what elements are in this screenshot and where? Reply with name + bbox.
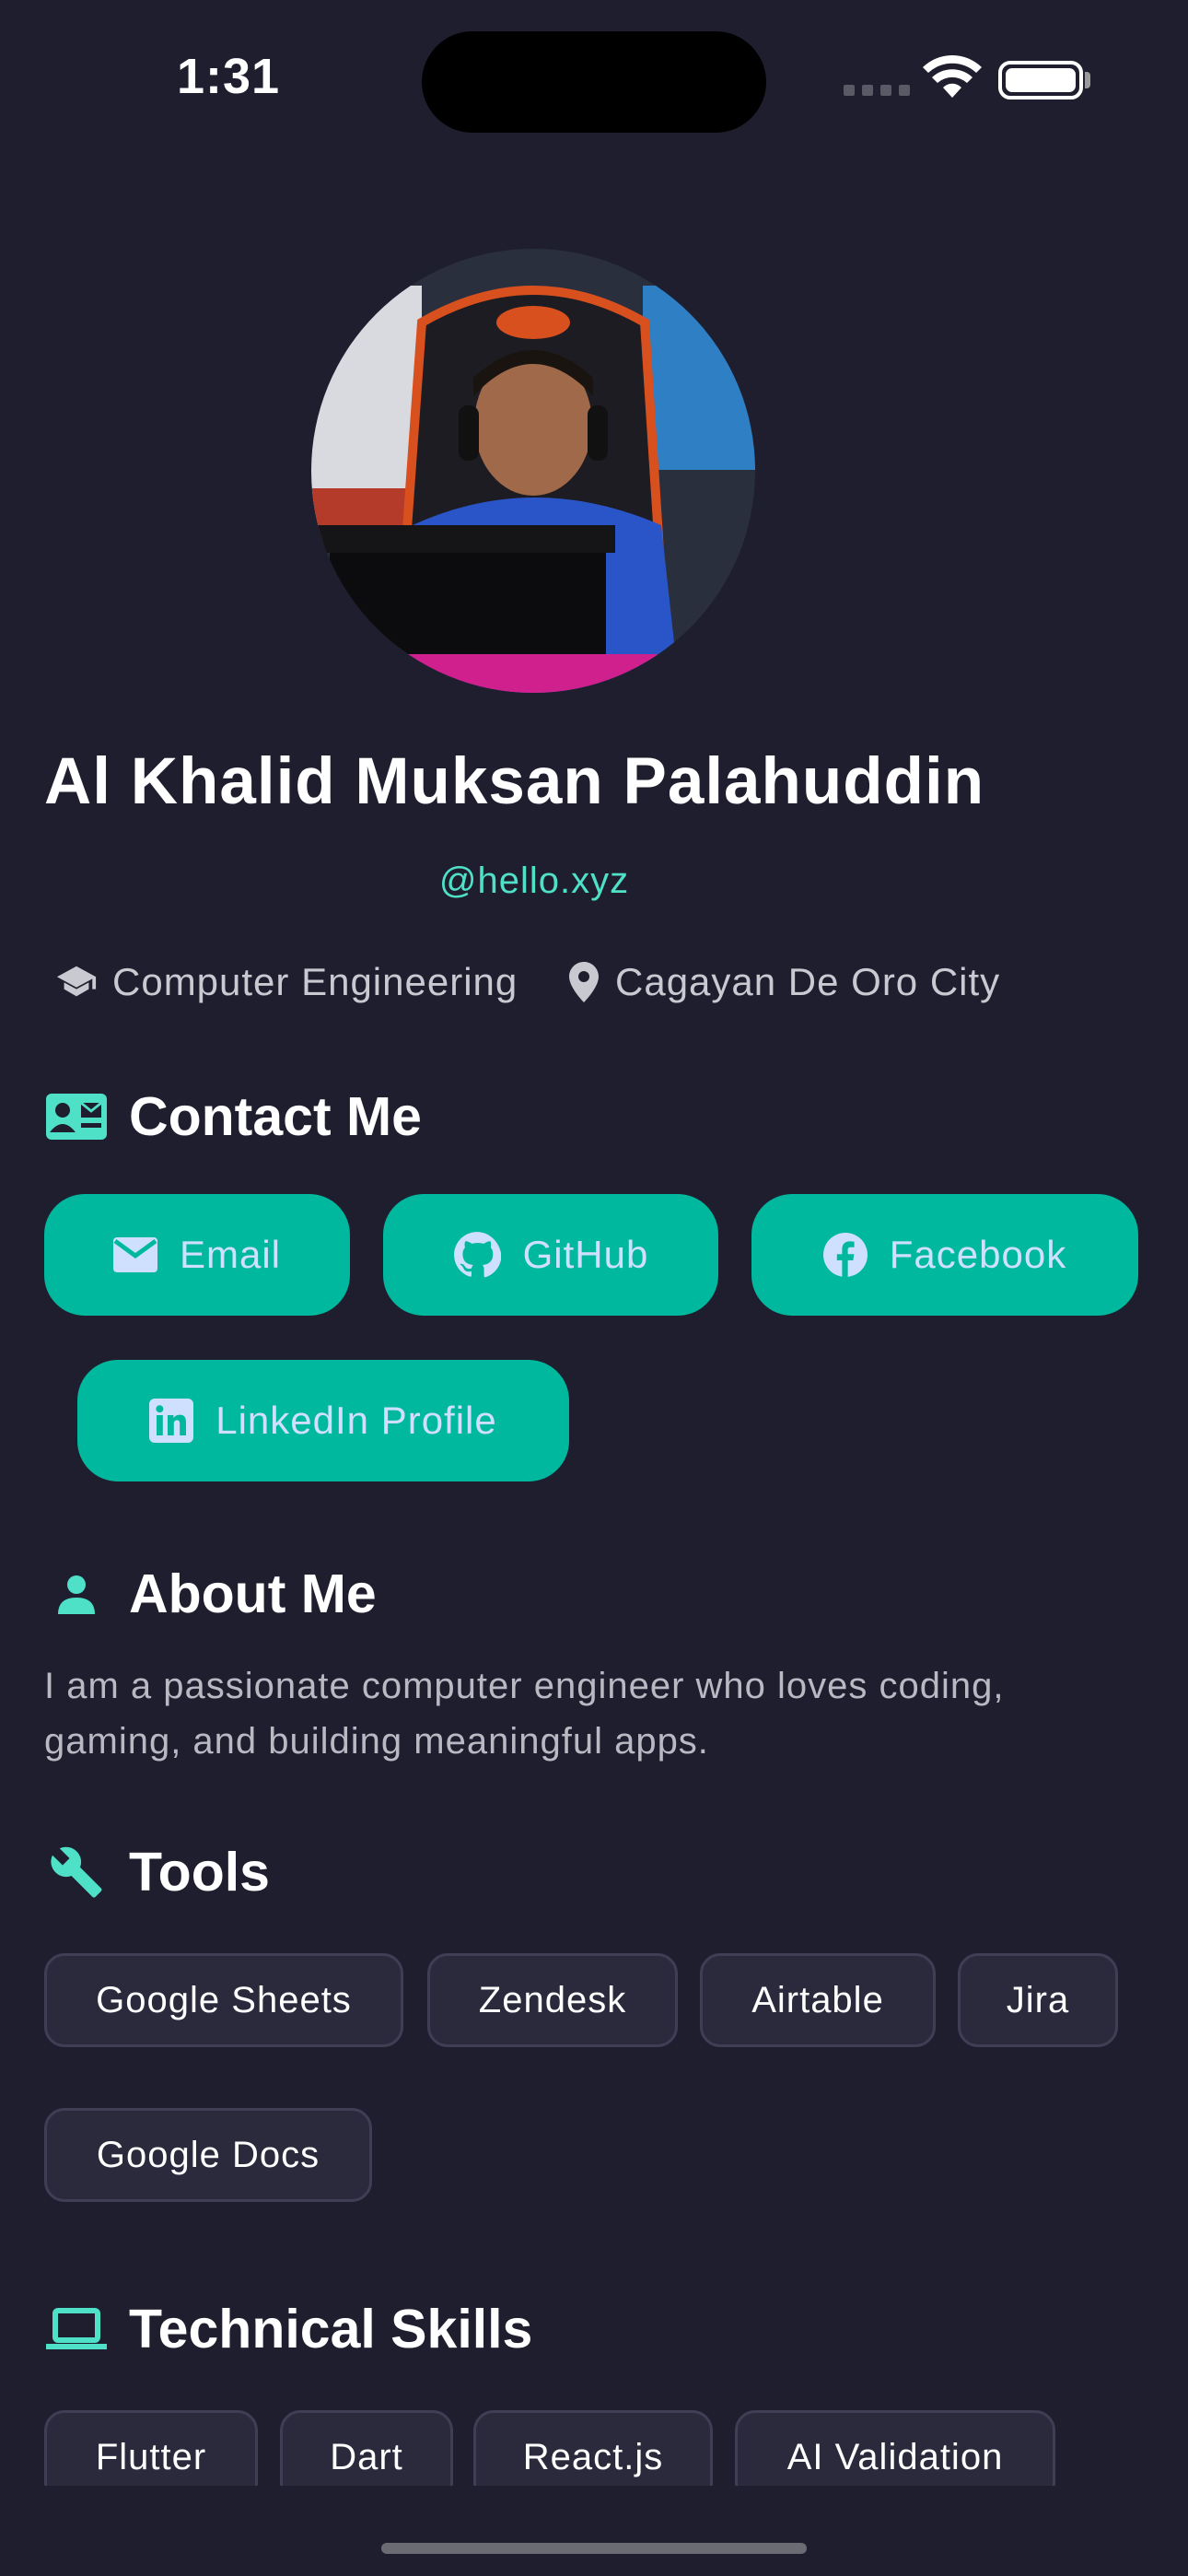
github-icon bbox=[453, 1232, 501, 1278]
facebook-button[interactable]: Facebook bbox=[751, 1194, 1138, 1316]
battery-icon bbox=[998, 61, 1083, 100]
tool-chip[interactable]: Jira bbox=[958, 1953, 1118, 2047]
cellular-signal-icon bbox=[844, 85, 910, 96]
location-pin-icon bbox=[569, 962, 599, 1002]
contact-card-icon bbox=[44, 1089, 109, 1144]
location-text: Cagayan De Oro City bbox=[615, 960, 1001, 1003]
bottom-safe-area bbox=[0, 2486, 1188, 2576]
linkedin-icon bbox=[149, 1399, 194, 1443]
skills-section-title: Technical Skills bbox=[44, 2298, 532, 2360]
facebook-icon bbox=[822, 1233, 868, 1277]
field-info: Computer Engineering bbox=[55, 960, 518, 1004]
dynamic-island bbox=[422, 31, 766, 133]
tool-chip[interactable]: Google Sheets bbox=[44, 1953, 403, 2047]
contact-title-text: Contact Me bbox=[129, 1086, 422, 1147]
email-button[interactable]: Email bbox=[44, 1194, 350, 1316]
skills-title-text: Technical Skills bbox=[129, 2299, 533, 2359]
tools-title-text: Tools bbox=[129, 1842, 270, 1903]
github-button-label: GitHub bbox=[522, 1233, 649, 1276]
person-icon bbox=[44, 1566, 109, 1622]
email-icon bbox=[112, 1237, 157, 1272]
linkedin-button-label: LinkedIn Profile bbox=[215, 1399, 497, 1442]
status-time: 1:31 bbox=[177, 49, 281, 104]
laptop-icon bbox=[44, 2301, 109, 2357]
tool-chip[interactable]: Airtable bbox=[700, 1953, 936, 2047]
email-button-label: Email bbox=[179, 1233, 282, 1276]
location-info: Cagayan De Oro City bbox=[567, 960, 1000, 1004]
about-text: I am a passionate computer engineer who … bbox=[44, 1666, 1005, 1762]
about-section-title: About Me bbox=[44, 1563, 377, 1625]
github-button[interactable]: GitHub bbox=[383, 1194, 718, 1316]
contact-section-title: Contact Me bbox=[44, 1085, 422, 1148]
profile-avatar bbox=[311, 249, 755, 693]
profile-name: Al Khalid Muksan Palahuddin bbox=[44, 745, 985, 818]
linkedin-button[interactable]: LinkedIn Profile bbox=[77, 1360, 569, 1481]
tool-chip[interactable]: Zendesk bbox=[427, 1953, 678, 2047]
profile-handle[interactable]: @hello.xyz bbox=[0, 861, 1068, 902]
facebook-button-label: Facebook bbox=[889, 1233, 1067, 1276]
battery-nub bbox=[1085, 72, 1090, 88]
home-indicator[interactable] bbox=[381, 2543, 807, 2554]
graduation-cap-icon bbox=[56, 966, 97, 997]
tool-chip[interactable]: Google Docs bbox=[44, 2108, 372, 2202]
field-text: Computer Engineering bbox=[112, 960, 518, 1003]
tools-section-title: Tools bbox=[44, 1841, 270, 1903]
wrench-icon bbox=[44, 1844, 109, 1900]
wifi-icon bbox=[923, 55, 982, 98]
about-title-text: About Me bbox=[129, 1563, 377, 1624]
